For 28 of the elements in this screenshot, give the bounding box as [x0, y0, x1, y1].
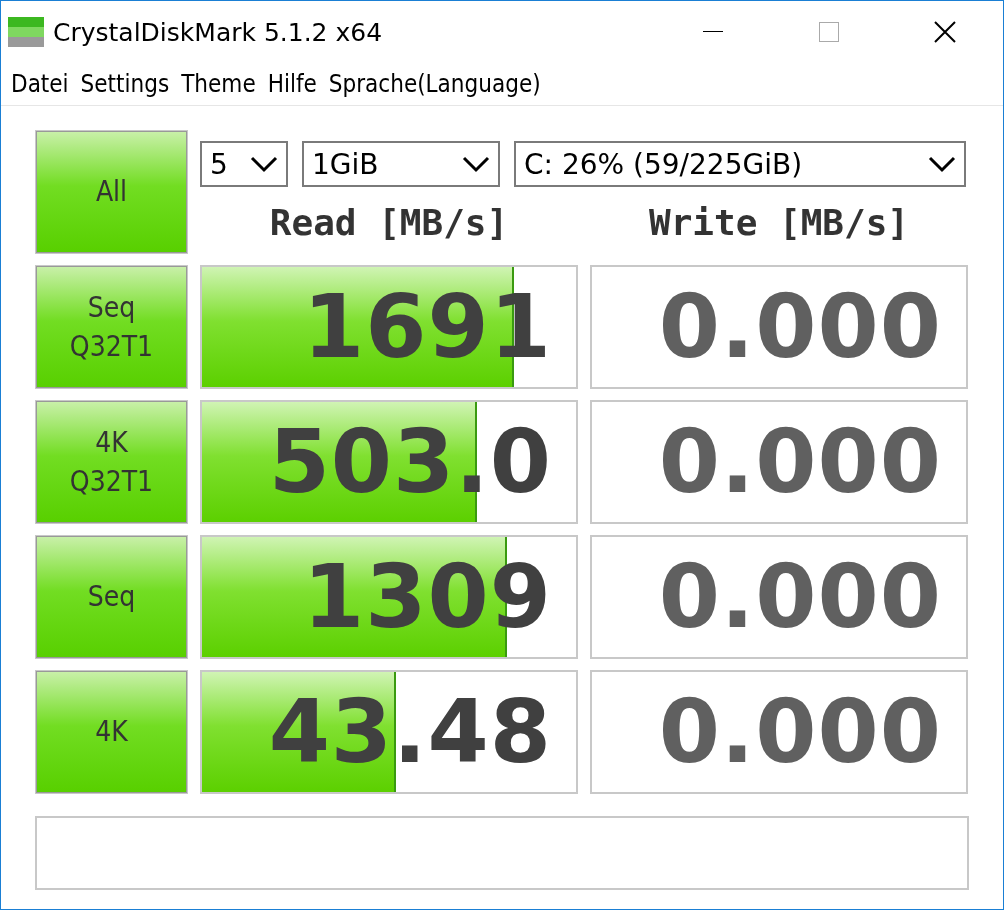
- maximize-icon: [819, 22, 839, 42]
- size-dropdown[interactable]: 1GiB: [302, 141, 500, 187]
- drive-dropdown[interactable]: C: 26% (59/225GiB): [514, 141, 966, 187]
- menu-item[interactable]: Hilfe: [261, 70, 323, 98]
- chevron-down-icon: [250, 155, 278, 173]
- run-all-button[interactable]: All: [35, 130, 188, 254]
- minimize-icon: [703, 31, 723, 33]
- menu-item[interactable]: Datei: [5, 70, 75, 98]
- close-icon: [934, 21, 956, 43]
- disk-drive-icon: [7, 16, 45, 48]
- chevron-down-icon: [928, 155, 956, 173]
- column-header: Read [MB/s]: [268, 201, 510, 243]
- write-value: 0.000: [657, 679, 943, 785]
- menu-item[interactable]: Theme: [175, 70, 262, 98]
- test-button[interactable]: 4K Q32T1: [35, 400, 188, 524]
- test-button[interactable]: Seq: [35, 535, 188, 659]
- write-value: 0.000: [657, 544, 943, 650]
- test-button[interactable]: Seq Q32T1: [35, 265, 188, 389]
- menu-item[interactable]: Settings: [74, 70, 176, 98]
- chevron-down-icon: [462, 155, 490, 173]
- write-value: 0.000: [657, 274, 943, 380]
- comment-field[interactable]: [35, 816, 969, 890]
- column-header: Write [MB/s]: [647, 201, 911, 243]
- count-dropdown[interactable]: 5: [200, 141, 288, 187]
- menu-item[interactable]: Sprache(Language): [322, 70, 547, 98]
- write-value: 0.000: [657, 409, 943, 515]
- test-button[interactable]: 4K: [35, 670, 188, 794]
- window-title: CrystalDiskMark 5.1.2 x64: [53, 17, 384, 47]
